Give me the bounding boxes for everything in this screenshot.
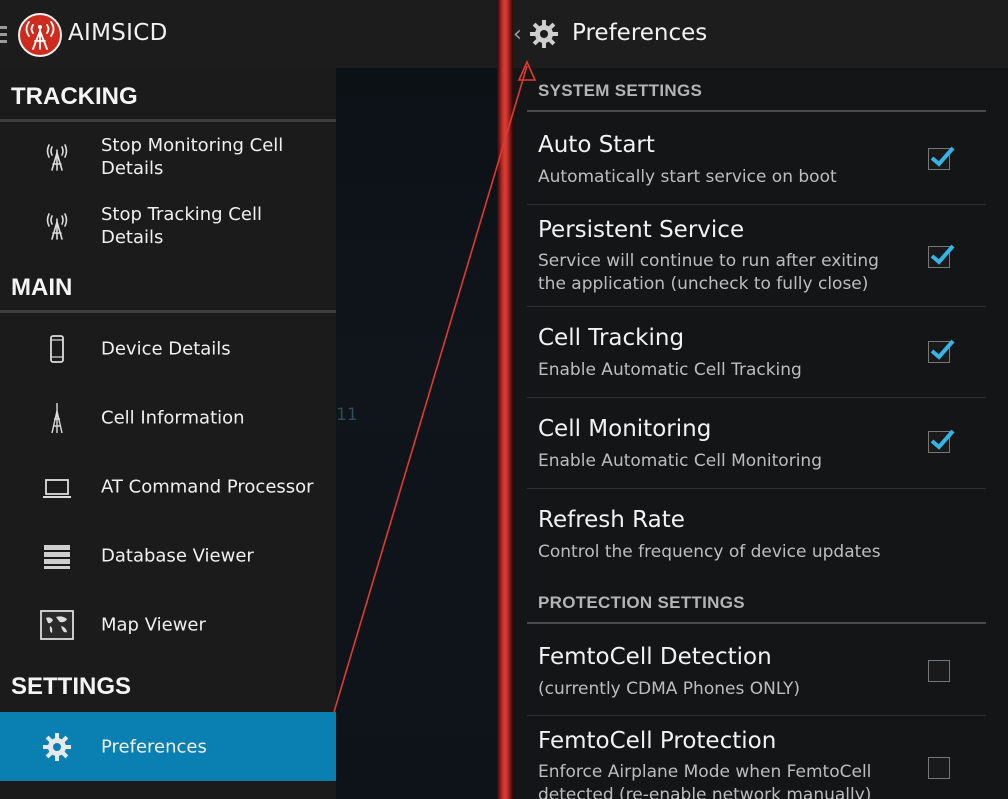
pref-title: Cell Tracking: [538, 325, 685, 351]
drawer-item-at-command-processor[interactable]: AT Command Processor: [0, 452, 336, 521]
checkmark-icon: [930, 339, 955, 360]
section-title-tracking: TRACKING: [11, 83, 138, 110]
antenna-icon: [51, 402, 63, 433]
drawer-item-label: Database Viewer: [101, 545, 254, 566]
pref-summary: Automatically start service on boot: [538, 167, 837, 187]
drawer-item-stop-tracking[interactable]: Stop Tracking Cell Details: [0, 191, 336, 260]
phone-icon: [50, 334, 64, 363]
cell-tower-icon: [46, 212, 68, 240]
action-bar: ‹ Preferences: [513, 0, 1008, 68]
preferences-screen: ‹ Preferences SYSTEM SETTINGS Auto Start…: [513, 0, 1008, 799]
pref-summary: (currently CDMA Phones ONLY): [538, 679, 801, 699]
drawer-item-cell-information[interactable]: Cell Information: [0, 383, 336, 452]
screenshot-separator: [497, 0, 513, 799]
pref-title: FemtoCell Detection: [538, 644, 772, 670]
section-title-settings: SETTINGS: [11, 673, 132, 700]
gear-icon: [43, 732, 71, 761]
pref-title: FemtoCell Protection: [538, 728, 777, 754]
cell-tower-icon: [46, 143, 68, 171]
drawer-list: TRACKING Stop Monitoring Cell Details St…: [0, 68, 336, 799]
cell-tracking-checkbox[interactable]: [928, 339, 955, 363]
main-content-background: [336, 68, 503, 799]
pref-title: Persistent Service: [538, 217, 745, 243]
pref-cell-monitoring[interactable]: Cell Monitoring Enable Automatic Cell Mo…: [527, 398, 986, 488]
map-icon: [40, 609, 74, 640]
action-bar: AIMSICD: [0, 0, 503, 68]
category-title-protection-settings: PROTECTION SETTINGS: [538, 593, 745, 612]
drawer-item-label: Stop Tracking Cell Details: [101, 203, 262, 248]
pref-refresh-rate[interactable]: Refresh Rate Control the frequency of de…: [527, 489, 986, 571]
drawer-item-device-details[interactable]: Device Details: [0, 314, 336, 383]
femtocell-protection-checkbox[interactable]: [928, 757, 950, 779]
database-icon: [44, 544, 70, 569]
femtocell-detection-checkbox[interactable]: [928, 660, 950, 682]
gear-icon[interactable]: [527, 17, 561, 51]
drawer-item-database-viewer[interactable]: Database Viewer: [0, 521, 336, 590]
app-title: AIMSICD: [68, 20, 168, 46]
section-title-main: MAIN: [11, 274, 73, 301]
checkmark-icon: [930, 429, 955, 450]
up-navigation-chevron-icon[interactable]: ‹: [513, 22, 522, 47]
drawer-item-label: Map Viewer: [101, 614, 206, 635]
pref-summary: Service will continue to run after exiti…: [538, 251, 879, 294]
pref-femtocell-detection[interactable]: FemtoCell Detection (currently CDMA Phon…: [527, 624, 986, 715]
category-title-system-settings: SYSTEM SETTINGS: [538, 81, 703, 100]
auto-start-checkbox[interactable]: [928, 146, 955, 170]
drawer-item-label: Stop Monitoring Cell Details: [101, 134, 284, 179]
background-fragment-text: 11: [336, 405, 358, 425]
pref-summary: Enforce Airplane Mode when FemtoCell det…: [538, 762, 872, 799]
pref-title: Auto Start: [538, 132, 655, 158]
drawer-item-label: Preferences: [101, 736, 207, 757]
app-logo-icon[interactable]: [18, 13, 62, 57]
pref-femtocell-protection[interactable]: FemtoCell Protection Enforce Airplane Mo…: [527, 716, 986, 799]
checkmark-icon: [930, 146, 955, 167]
drawer-item-label: Cell Information: [101, 407, 245, 428]
drawer-item-label: AT Command Processor: [101, 476, 314, 497]
pref-title: Cell Monitoring: [538, 416, 712, 442]
pref-summary: Control the frequency of device updates: [538, 542, 881, 562]
checkmark-icon: [930, 244, 955, 265]
navigation-drawer-panel: 11 AIMSICD TRACKING Stop Monitoring Cell…: [0, 0, 503, 799]
drawer-item-preferences[interactable]: Preferences: [0, 712, 336, 781]
section-divider: [0, 310, 336, 313]
drawer-toggle-icon[interactable]: [0, 26, 7, 44]
pref-summary: Enable Automatic Cell Monitoring: [538, 451, 822, 471]
drawer-item-map-viewer[interactable]: Map Viewer: [0, 590, 336, 659]
cell-monitoring-checkbox[interactable]: [928, 429, 955, 453]
pref-persistent-service[interactable]: Persistent Service Service will continue…: [527, 205, 986, 306]
screen-title: Preferences: [572, 20, 708, 46]
persistent-service-checkbox[interactable]: [928, 244, 955, 268]
pref-auto-start[interactable]: Auto Start Automatically start service o…: [527, 112, 986, 204]
pref-cell-tracking[interactable]: Cell Tracking Enable Automatic Cell Trac…: [527, 307, 986, 397]
pref-summary: Enable Automatic Cell Tracking: [538, 360, 802, 380]
drawer-item-stop-monitoring[interactable]: Stop Monitoring Cell Details: [0, 122, 336, 191]
laptop-icon: [43, 478, 71, 498]
pref-title: Refresh Rate: [538, 507, 685, 533]
drawer-item-label: Device Details: [101, 338, 231, 359]
